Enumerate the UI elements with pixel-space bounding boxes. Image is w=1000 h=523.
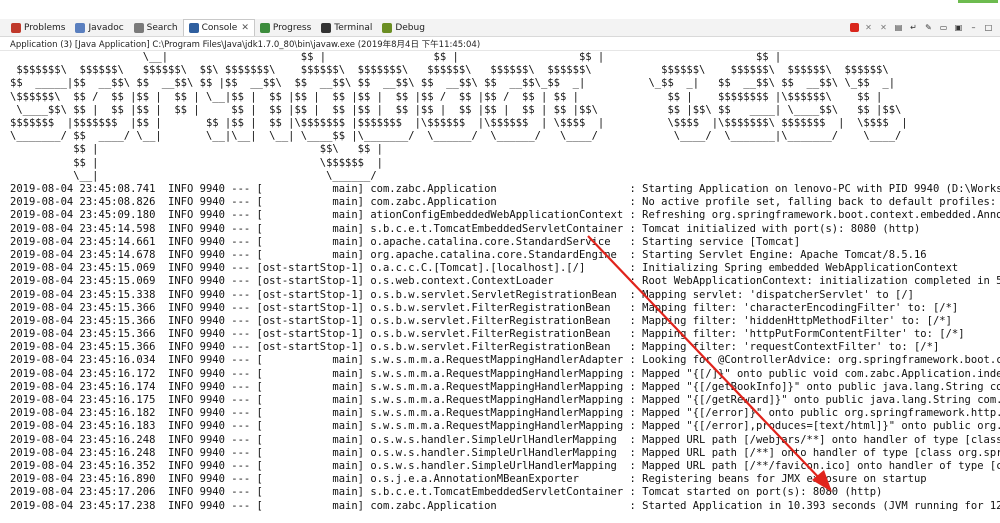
console-icon: [188, 23, 199, 33]
console-process-title-bar: Application (3) [Java Application] C:\Pr…: [0, 37, 1000, 51]
window-accent-mark: [958, 0, 998, 3]
debug-icon: [382, 22, 393, 33]
log-line: 2019-08-04 23:45:17.206 INFO 9940 --- [ …: [10, 486, 883, 499]
log-line: 2019-08-04 23:45:14.598 INFO 9940 --- [ …: [10, 222, 921, 235]
tab-label: Console: [201, 23, 238, 33]
log-line: 2019-08-04 23:45:16.034 INFO 9940 --- [ …: [10, 354, 1000, 367]
problems-icon: [11, 22, 21, 33]
log-line: 2019-08-04 23:45:16.175 INFO 9940 --- [ …: [10, 394, 1000, 407]
process-title: Application (3) [Java Application] C:\Pr…: [10, 40, 481, 50]
log-line: 2019-08-04 23:45:17.238 INFO 9940 --- [ …: [10, 499, 1000, 512]
log-line: 2019-08-04 23:45:15.366 INFO 9940 --- [o…: [10, 328, 965, 341]
log-line: 2019-08-04 23:45:15.338 INFO 9940 --- [o…: [10, 288, 914, 301]
log-line: 2019-08-04 23:45:14.661 INFO 9940 --- [ …: [10, 235, 801, 248]
scroll-lock-icon[interactable]: ▤: [893, 22, 904, 33]
log-line: 2019-08-04 23:45:08.741 INFO 9940 --- [ …: [10, 183, 1000, 196]
open-console-icon[interactable]: ▣: [953, 22, 964, 33]
window-top-strip: [0, 0, 1000, 19]
tab-problems[interactable]: Problems: [6, 19, 70, 36]
tab-progress[interactable]: Progress: [255, 19, 316, 36]
log-line: 2019-08-04 23:45:15.366 INFO 9940 --- [o…: [10, 314, 952, 327]
tab-javadoc[interactable]: Javadoc: [70, 19, 128, 36]
javadoc-icon: [75, 22, 86, 33]
display-console-icon[interactable]: ▭: [938, 22, 949, 33]
tab-label: Progress: [272, 22, 312, 33]
word-wrap-icon[interactable]: ↵: [908, 22, 919, 33]
view-tabs: Problems Javadoc Search Console ✕ Progress Ter…: [6, 19, 430, 36]
remove-launch-icon[interactable]: ✕: [863, 22, 874, 33]
log-line: 2019-08-04 23:45:08.826 INFO 9940 --- [ …: [10, 196, 1000, 209]
pin-icon[interactable]: ✎: [923, 22, 934, 33]
log-line: 2019-08-04 23:45:16.248 INFO 9940 --- [ …: [10, 446, 1000, 459]
tab-label: Terminal: [334, 22, 373, 33]
log-lines: 2019-08-04 23:45:08.741 INFO 9940 --- [ …: [10, 183, 1000, 513]
tab-terminal[interactable]: Terminal: [316, 19, 377, 36]
log-line: 2019-08-04 23:45:16.183 INFO 9940 --- [ …: [10, 420, 1000, 433]
log-line: 2019-08-04 23:45:16.182 INFO 9940 --- [ …: [10, 407, 1000, 420]
terminal-icon: [321, 22, 332, 33]
log-line: 2019-08-04 23:45:15.366 INFO 9940 --- [o…: [10, 301, 959, 314]
log-line: 2019-08-04 23:45:15.069 INFO 9940 --- [o…: [10, 275, 1000, 288]
log-line: 2019-08-04 23:45:16.248 INFO 9940 --- [ …: [10, 433, 1000, 446]
tab-label: Search: [146, 22, 178, 33]
terminate-icon[interactable]: [850, 23, 859, 32]
tab-search[interactable]: Search: [129, 19, 183, 36]
log-line: 2019-08-04 23:45:16.890 INFO 9940 --- [ …: [10, 473, 927, 486]
tab-console[interactable]: Console ✕: [182, 19, 255, 36]
log-line: 2019-08-04 23:45:15.069 INFO 9940 --- [o…: [10, 262, 959, 275]
log-line: 2019-08-04 23:45:16.352 INFO 9940 --- [ …: [10, 459, 1000, 472]
tab-label: Problems: [24, 22, 66, 33]
log-line: 2019-08-04 23:45:15.366 INFO 9940 --- [o…: [10, 341, 940, 354]
view-tab-bar: Problems Javadoc Search Console ✕ Progress Ter…: [0, 19, 1000, 37]
tab-debug[interactable]: Debug: [377, 19, 430, 36]
progress-icon: [259, 22, 270, 33]
log-line: 2019-08-04 23:45:16.172 INFO 9940 --- [ …: [10, 367, 1000, 380]
spring-ascii-banner: \__| $$ | $$ | $$ | $$ | $$$$$$$\ $$$$$$…: [10, 51, 908, 182]
console-output[interactable]: \__| $$ | $$ | $$ | $$ | $$$$$$$\ $$$$$$…: [10, 51, 1000, 523]
minimize-icon[interactable]: –: [968, 22, 979, 33]
console-toolbar: ✕ ✕ ▤ ↵ ✎ ▭ ▣ – □: [850, 19, 994, 36]
log-line: 2019-08-04 23:45:09.180 INFO 9940 --- [ …: [10, 209, 1000, 222]
close-icon[interactable]: ✕: [241, 23, 249, 33]
log-line: 2019-08-04 23:45:16.174 INFO 9940 --- [ …: [10, 380, 1000, 393]
tab-label: Javadoc: [88, 22, 124, 33]
tab-label: Debug: [395, 22, 425, 33]
log-line: 2019-08-04 23:45:14.678 INFO 9940 --- [ …: [10, 248, 927, 261]
remove-all-icon[interactable]: ✕: [878, 22, 889, 33]
maximize-icon[interactable]: □: [983, 22, 994, 33]
search-icon: [133, 22, 144, 33]
